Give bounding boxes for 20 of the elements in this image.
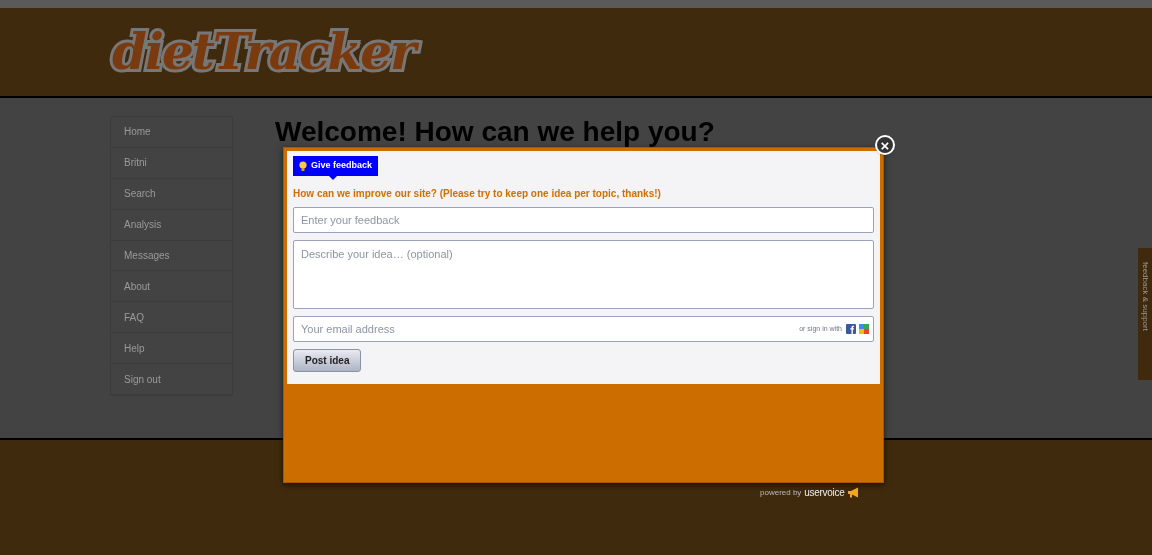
nav-link[interactable]: About	[111, 271, 232, 303]
nav-link[interactable]: Home	[111, 117, 232, 148]
facebook-icon[interactable]	[846, 324, 856, 335]
uservoice-logo[interactable]: uservoice	[804, 485, 845, 500]
lightbulb-icon	[299, 160, 307, 172]
nav-link[interactable]: Analysis	[111, 209, 232, 241]
page-heading: Welcome! How can we help you?	[275, 116, 715, 147]
post-idea-button[interactable]: Post idea	[293, 349, 362, 372]
powered-by-text: powered by	[760, 486, 802, 499]
nav-link[interactable]: Search	[111, 178, 232, 210]
prompt-text: How can we improve our site? (Please try to keep one idea per topic, thanks!)	[293, 187, 662, 201]
feedback-side-tab[interactable]: feedback & support	[1138, 248, 1152, 380]
google-icon[interactable]	[859, 324, 869, 335]
feedback-input[interactable]: Enter your feedback	[293, 207, 874, 233]
nav-link[interactable]: Britni	[111, 147, 232, 179]
nav-link[interactable]: Messages	[111, 240, 232, 272]
description-input[interactable]: Describe your idea… (optional)	[293, 240, 874, 309]
nav-link[interactable]: Help	[111, 333, 232, 365]
nav-link[interactable]: FAQ	[111, 302, 232, 334]
nav-link[interactable]: Sign out	[111, 364, 232, 395]
